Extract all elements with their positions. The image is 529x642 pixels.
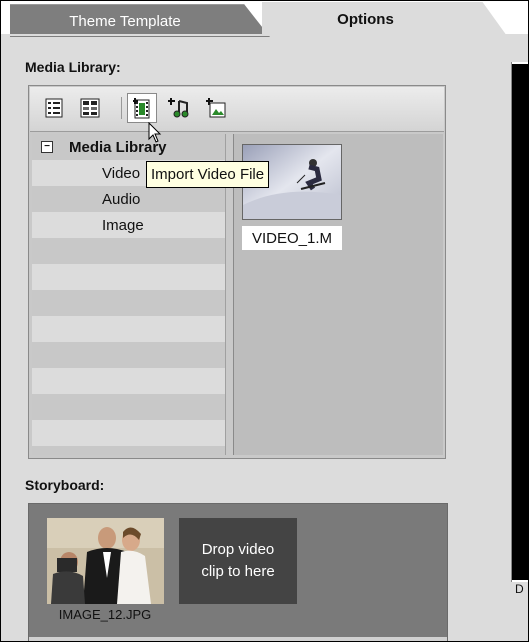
tree-item-image[interactable]: Image [32,212,225,238]
mouse-cursor-icon [148,122,162,143]
storyboard-scrollbar[interactable] [29,637,447,642]
tree-item-label: Video [102,164,141,182]
video-caption: VIDEO_1.M [242,226,342,250]
tree-item-label: Audio [102,190,141,208]
storyboard-panel: IMAGE_12.JPG Drop video clip to here [28,503,448,642]
drop-clip-zone[interactable]: Drop video clip to here [179,518,297,604]
import-image-icon [206,98,226,118]
collapse-icon[interactable]: − [41,141,53,153]
tree-root[interactable]: − Media Library [32,134,225,160]
import-video-icon [133,98,150,119]
media-library-label: Media Library: [25,59,121,75]
media-library-toolbar [30,87,444,132]
tab-options-label: Options [337,10,394,28]
tab-divider [0,34,529,36]
thumbnail-view-button[interactable] [76,94,104,122]
import-video-tooltip: Import Video File [146,161,270,188]
list-view-button[interactable] [40,94,68,122]
import-video-button[interactable] [127,93,157,123]
storyboard-clip-thumbnail[interactable] [47,518,164,604]
thumbnail-view-icon [80,98,100,118]
tab-theme-template-label: Theme Template [69,12,181,30]
wedding-photo-image [47,518,164,604]
tree-item-audio[interactable]: Audio [32,186,225,212]
right-panel-label: D [511,582,529,622]
import-image-button[interactable] [202,94,230,122]
drop-zone-text: Drop video clip to here [201,541,275,580]
import-audio-icon [168,98,189,118]
import-audio-button[interactable] [165,94,193,122]
options-window: Theme Template Options Media Library: − … [0,0,529,642]
tab-bar: Theme Template Options [0,0,529,37]
list-view-icon [45,98,63,118]
toolbar-separator [121,97,122,119]
tab-theme-template[interactable]: Theme Template [10,4,270,37]
preview-area [512,64,529,580]
tree-item-label: Image [102,216,144,234]
tab-options[interactable]: Options [262,2,507,36]
media-library-panel: − Media Library Video Audio Image VIDEO_… [28,85,446,459]
storyboard-clip-caption: IMAGE_12.JPG [58,607,152,622]
storyboard-label: Storyboard: [25,477,105,493]
